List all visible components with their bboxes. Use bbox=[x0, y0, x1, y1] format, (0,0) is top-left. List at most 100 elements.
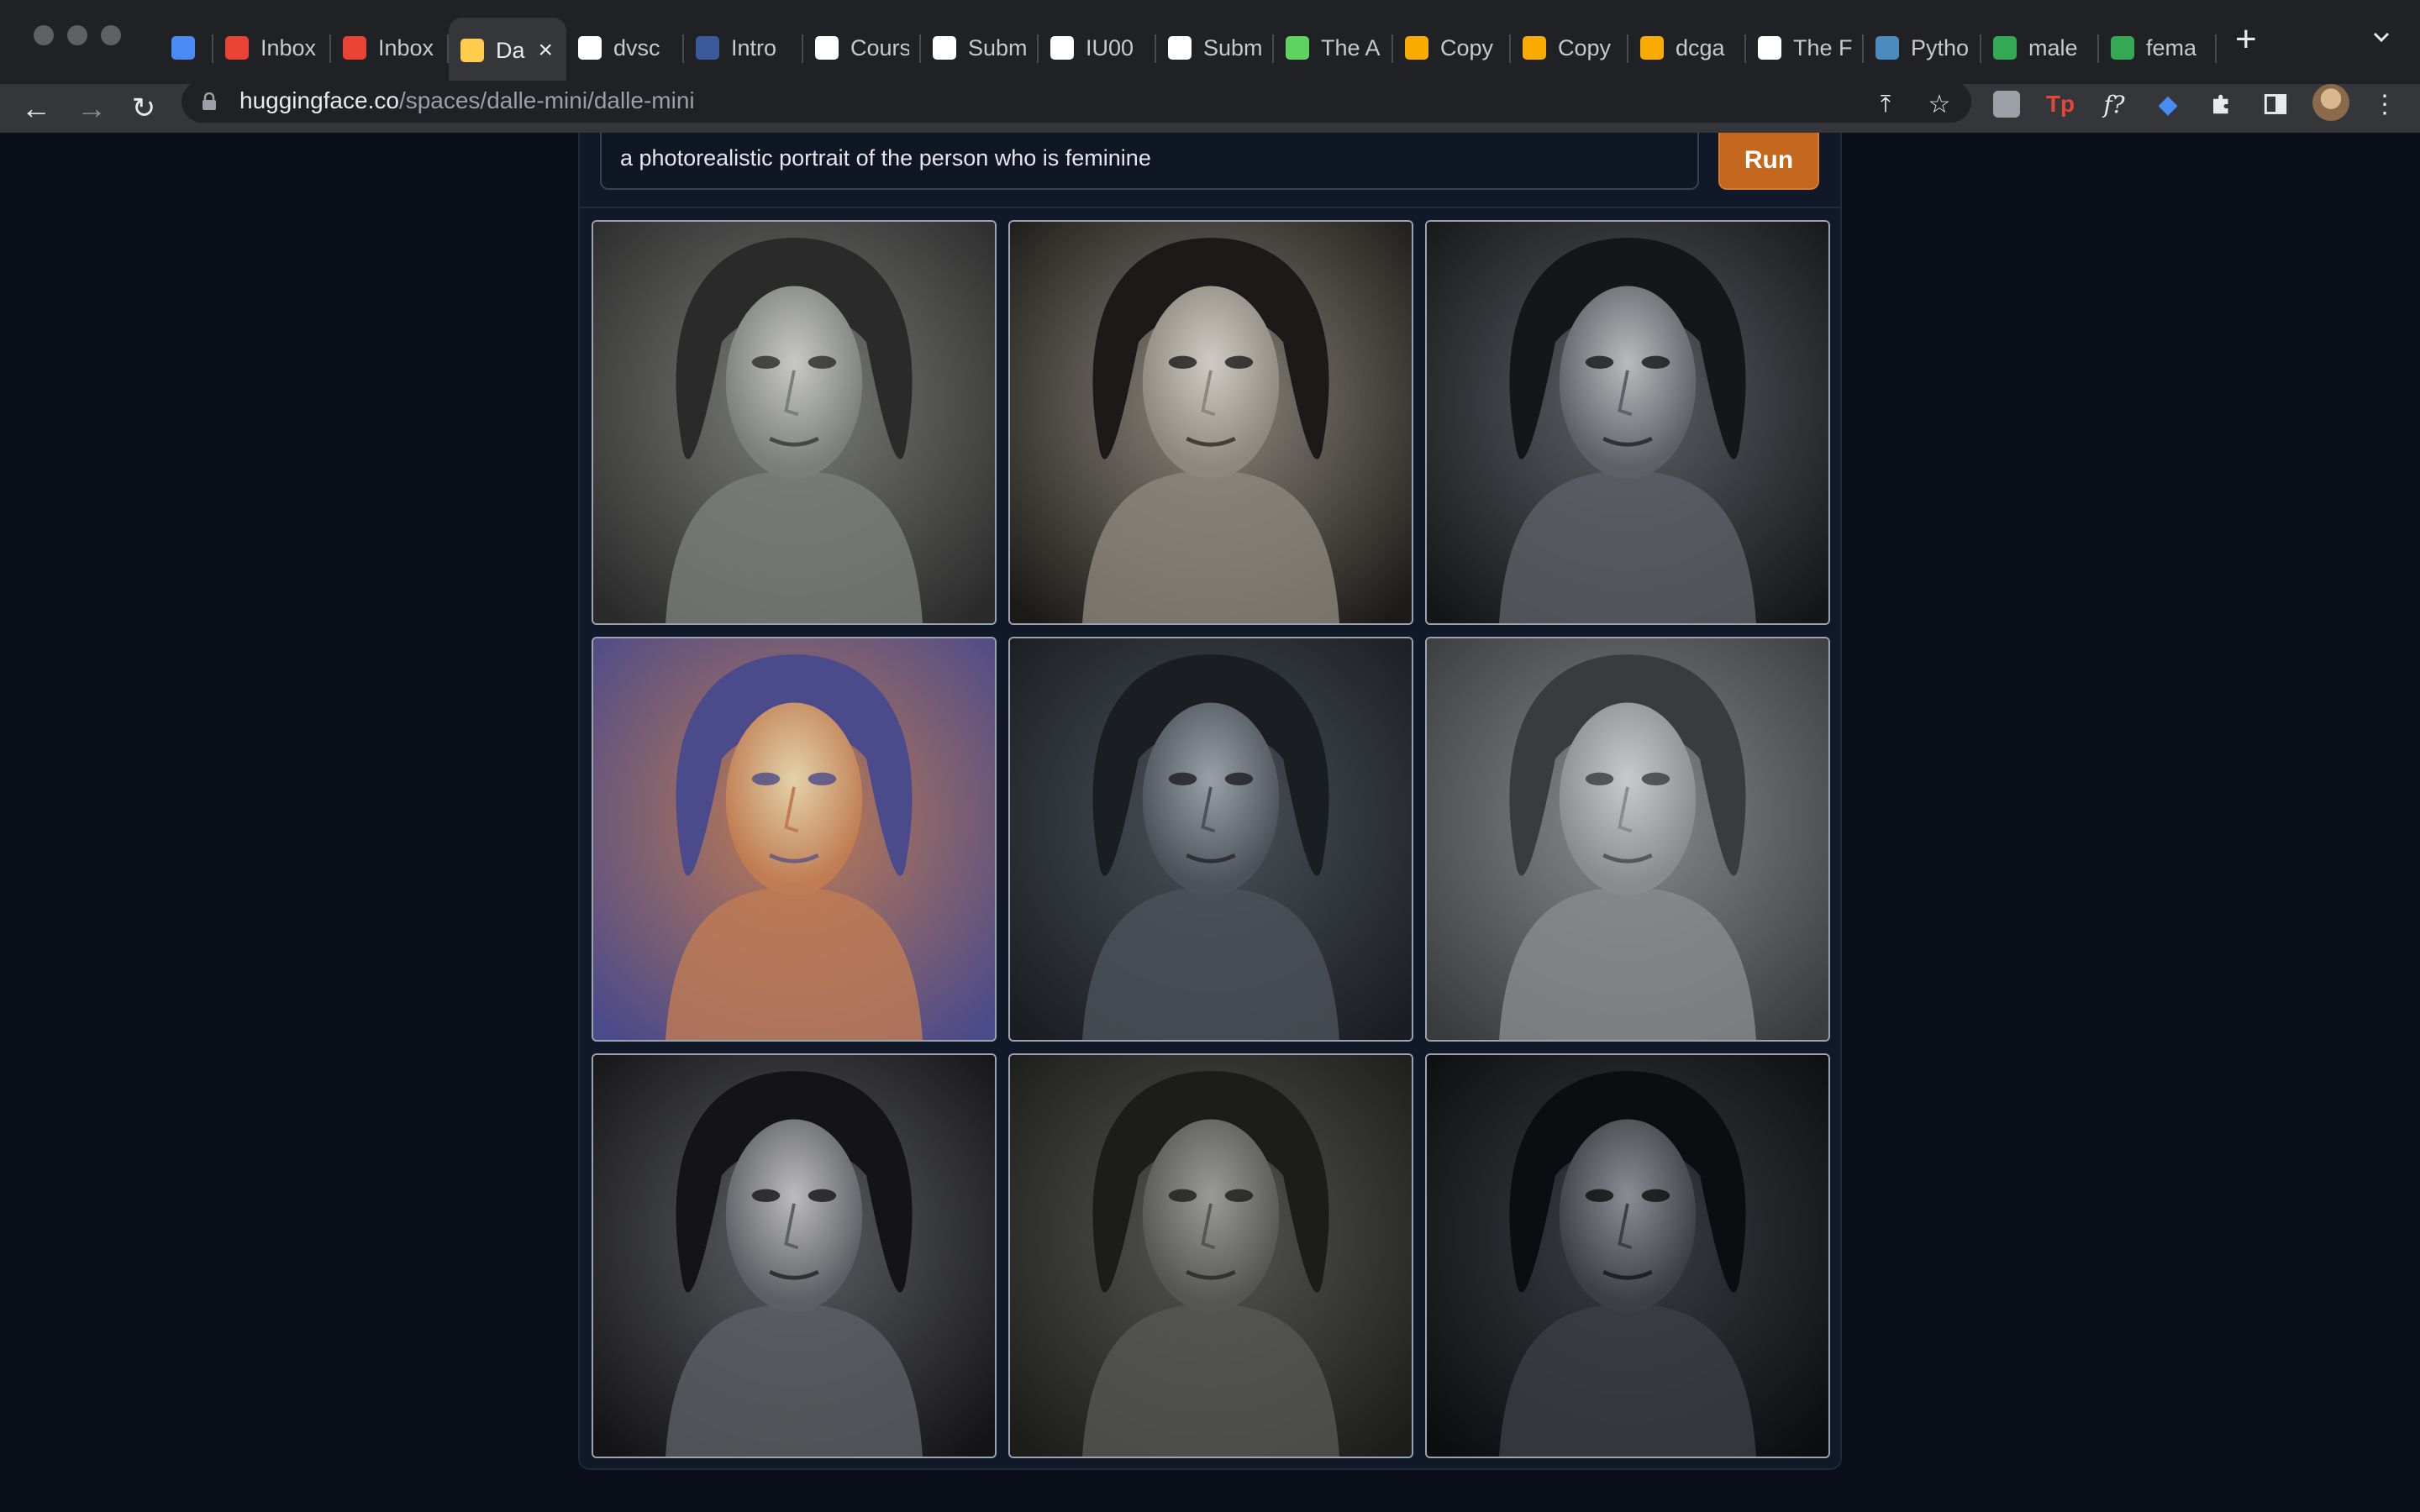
tab-10[interactable]: The A bbox=[1274, 18, 1393, 78]
tab-title: Subm bbox=[968, 34, 1027, 60]
portrait-placeholder bbox=[1010, 222, 1412, 623]
gmail-icon bbox=[343, 36, 366, 60]
portrait-placeholder bbox=[593, 1055, 995, 1457]
portrait-placeholder bbox=[1427, 1055, 1828, 1457]
drive-icon bbox=[1993, 36, 2017, 60]
tab-title: Copy bbox=[1440, 34, 1494, 60]
tab-title: Cours bbox=[850, 34, 909, 60]
result-image-4[interactable] bbox=[592, 637, 997, 1042]
hugging-face-icon bbox=[460, 39, 484, 62]
tab-16[interactable]: male bbox=[1981, 18, 2099, 78]
new-tab-button[interactable]: + bbox=[2235, 18, 2257, 60]
tab-title: dvsc bbox=[613, 34, 660, 60]
tab-title: Da bbox=[496, 37, 525, 63]
forward-button[interactable]: → bbox=[76, 92, 108, 124]
tab-title: Pytho bbox=[1911, 34, 1970, 60]
dots-icon bbox=[1168, 36, 1192, 60]
tab-title: The A bbox=[1321, 34, 1381, 60]
tab-17[interactable]: fema bbox=[2099, 18, 2217, 78]
portrait-placeholder bbox=[1010, 638, 1412, 1040]
portrait-placeholder bbox=[593, 222, 995, 623]
tab-0[interactable] bbox=[160, 18, 213, 78]
tab-11[interactable]: Copy bbox=[1393, 18, 1511, 78]
tab-title: male bbox=[2028, 34, 2078, 60]
browser-tab-strip: Inbox Inbox Da × dvsc Intro Cours Subm IU00 Subm T… bbox=[0, 0, 2420, 84]
result-image-1[interactable] bbox=[592, 220, 997, 625]
portrait-placeholder bbox=[1010, 1055, 1412, 1457]
result-image-3[interactable] bbox=[1425, 220, 1830, 625]
tab-3[interactable]: Da × bbox=[449, 18, 566, 83]
tab-12[interactable]: Copy bbox=[1511, 18, 1628, 78]
panel-divider bbox=[580, 207, 1840, 208]
tab-8[interactable]: IU00 bbox=[1039, 18, 1156, 78]
result-image-7[interactable] bbox=[592, 1053, 997, 1458]
tab-7[interactable]: Subm bbox=[921, 18, 1039, 78]
tab-search-chevron-icon[interactable] bbox=[2371, 27, 2391, 47]
maximize-window-button[interactable] bbox=[101, 25, 121, 45]
tab-list: Inbox Inbox Da × dvsc Intro Cours Subm IU00 Subm T… bbox=[160, 12, 2328, 84]
url-text: huggingface.co/spaces/dalle-mini/dalle-m… bbox=[239, 87, 695, 114]
bookmark-star-icon[interactable]: ☆ bbox=[1923, 87, 1956, 121]
close-tab-icon[interactable]: × bbox=[539, 36, 554, 65]
result-image-6[interactable] bbox=[1425, 637, 1830, 1042]
colab-icon bbox=[1640, 36, 1664, 60]
portrait-placeholder bbox=[1427, 222, 1828, 623]
tab-title: Copy bbox=[1558, 34, 1612, 60]
dots-icon bbox=[815, 36, 839, 60]
paper-icon bbox=[1758, 36, 1781, 60]
dots-icon bbox=[1050, 36, 1074, 60]
extensions-puzzle-icon[interactable] bbox=[2205, 87, 2238, 121]
tab-title: fema bbox=[2146, 34, 2197, 60]
extension-gem-icon[interactable]: ◆ bbox=[2151, 87, 2185, 121]
tab-title: The F bbox=[1793, 34, 1852, 60]
close-window-button[interactable] bbox=[34, 25, 54, 45]
side-panel-icon[interactable] bbox=[2259, 87, 2292, 121]
tds-icon bbox=[696, 36, 719, 60]
drive-icon bbox=[2111, 36, 2134, 60]
tab-title: Intro bbox=[731, 34, 777, 60]
tab-title: IU00 bbox=[1086, 34, 1134, 60]
tab-4[interactable]: dvsc bbox=[566, 18, 684, 78]
run-button[interactable]: Run bbox=[1718, 133, 1819, 190]
gem-icon bbox=[171, 36, 195, 60]
tab-2[interactable]: Inbox bbox=[331, 18, 449, 78]
share-icon[interactable]: ⤒ bbox=[1869, 87, 1902, 121]
tab-14[interactable]: The F bbox=[1746, 18, 1864, 78]
back-button[interactable]: ← bbox=[20, 92, 52, 124]
portrait-placeholder bbox=[593, 638, 995, 1040]
extension-r-icon[interactable] bbox=[1990, 87, 2023, 121]
smile-icon bbox=[1286, 36, 1309, 60]
tab-9[interactable]: Subm bbox=[1156, 18, 1274, 78]
result-image-8[interactable] bbox=[1008, 1053, 1413, 1458]
prompt-input[interactable]: a photorealistic portrait of the person … bbox=[600, 133, 1699, 190]
python-icon bbox=[1876, 36, 1899, 60]
tab-15[interactable]: Pytho bbox=[1864, 18, 1981, 78]
page-content: a photorealistic portrait of the person … bbox=[0, 133, 2420, 1512]
tab-title: Subm bbox=[1203, 34, 1262, 60]
result-image-2[interactable] bbox=[1008, 220, 1413, 625]
colab-icon bbox=[1405, 36, 1428, 60]
tab-title: dcga bbox=[1676, 34, 1725, 60]
tab-5[interactable]: Intro bbox=[684, 18, 803, 78]
colab-icon bbox=[1523, 36, 1546, 60]
browser-menu-icon[interactable]: ⋮ bbox=[2368, 87, 2402, 121]
extension-tp-icon[interactable]: Tp bbox=[2044, 87, 2077, 121]
reload-button[interactable]: ↻ bbox=[128, 92, 160, 124]
results-gallery bbox=[592, 220, 1830, 1458]
extension-function-icon[interactable]: f? bbox=[2097, 87, 2131, 121]
tab-6[interactable]: Cours bbox=[803, 18, 921, 78]
dots-icon bbox=[933, 36, 956, 60]
result-image-9[interactable] bbox=[1425, 1053, 1830, 1458]
tab-1[interactable]: Inbox bbox=[213, 18, 331, 78]
minimize-window-button[interactable] bbox=[67, 25, 87, 45]
tab-13[interactable]: dcga bbox=[1628, 18, 1746, 78]
result-image-5[interactable] bbox=[1008, 637, 1413, 1042]
github-icon bbox=[578, 36, 602, 60]
url-path: /spaces/dalle-mini/dalle-mini bbox=[398, 87, 695, 113]
tab-title: Inbox bbox=[378, 34, 434, 60]
portrait-placeholder bbox=[1427, 638, 1828, 1040]
lock-icon bbox=[203, 92, 216, 110]
gmail-icon bbox=[225, 36, 249, 60]
profile-avatar[interactable] bbox=[2312, 84, 2349, 121]
url-host: huggingface.co bbox=[239, 87, 399, 113]
